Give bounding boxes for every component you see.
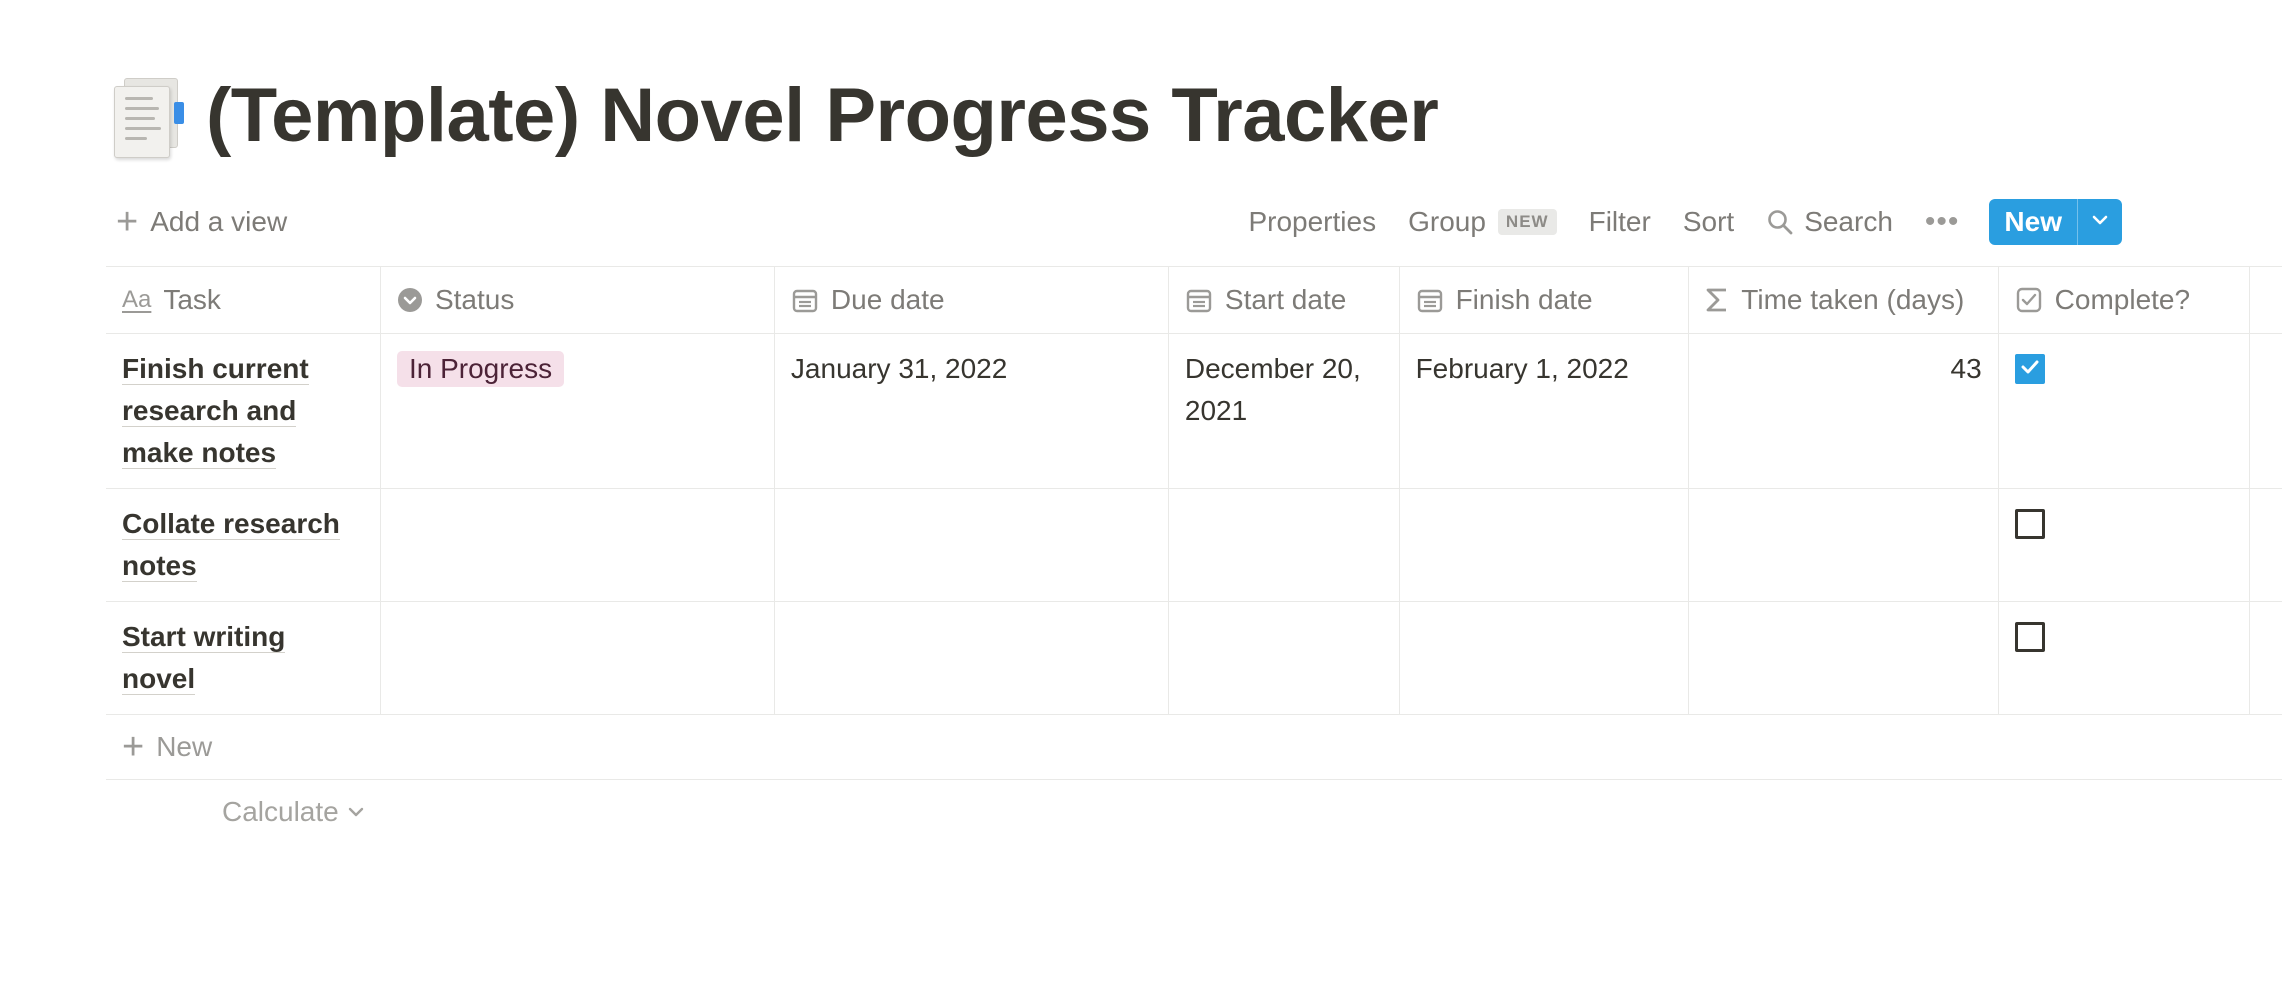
column-header-time-taken[interactable]: Time taken (days) [1689, 267, 1999, 333]
start-date-cell[interactable]: December 20, 2021 [1169, 334, 1400, 488]
column-header-task[interactable]: Aa Task [106, 267, 381, 333]
time-taken-cell[interactable]: 43 [1689, 334, 1999, 488]
filter-button[interactable]: Filter [1589, 206, 1651, 238]
table-row[interactable]: Finish current research and make notes I… [106, 334, 2282, 489]
column-label: Start date [1224, 284, 1347, 315]
time-taken-cell[interactable] [1689, 602, 1999, 714]
calendar-icon [1185, 286, 1213, 314]
column-header-status[interactable]: Status [381, 267, 775, 333]
time-taken-cell[interactable] [1689, 489, 1999, 601]
column-header-finish-date[interactable]: Finish date [1400, 267, 1690, 333]
properties-button[interactable]: Properties [1248, 206, 1376, 238]
title-row: (Template) Novel Progress Tracker [110, 60, 1439, 170]
sort-label: Sort [1682, 206, 1735, 237]
checkbox-icon [2015, 286, 2043, 314]
column-header-complete[interactable]: Complete? [1999, 267, 2250, 333]
complete-cell[interactable] [1999, 602, 2250, 714]
chevron-down-icon [347, 806, 365, 818]
finish-date-cell[interactable] [1400, 489, 1690, 601]
complete-checkbox[interactable] [2014, 509, 2045, 539]
task-title[interactable]: Finish current research and make notes [122, 353, 309, 469]
search-icon [1766, 208, 1794, 236]
page-icon[interactable] [110, 74, 184, 158]
calculate-button[interactable]: Calculate [222, 796, 365, 828]
due-date-cell[interactable] [775, 489, 1169, 601]
status-icon [397, 287, 423, 313]
task-cell[interactable]: Start writing novel [106, 602, 381, 714]
toolbar-actions: Properties Group NEW Filter Sort Search … [1216, 193, 2122, 251]
column-label: Due date [830, 284, 945, 315]
plus-icon: + [116, 201, 139, 243]
group-button[interactable]: Group NEW [1408, 206, 1557, 238]
status-cell[interactable] [381, 602, 775, 714]
group-label: Group [1408, 206, 1486, 237]
calendar-icon [791, 286, 819, 314]
sigma-icon [1705, 286, 1729, 314]
page: (Template) Novel Progress Tracker + Add … [0, 0, 2282, 1002]
task-cell[interactable]: Finish current research and make notes [106, 334, 381, 488]
column-header-start-date[interactable]: Start date [1169, 267, 1400, 333]
due-date-cell[interactable] [775, 602, 1169, 714]
column-label: Status [434, 284, 515, 315]
new-row: + New [106, 715, 2282, 780]
calculate-row: Calculate [106, 780, 2282, 844]
complete-cell[interactable] [1999, 489, 2250, 601]
new-dropdown-button[interactable] [2077, 199, 2122, 245]
chevron-down-icon [2091, 213, 2109, 231]
complete-cell[interactable] [1999, 334, 2250, 488]
search-label: Search [1804, 206, 1893, 237]
table-row[interactable]: Start writing novel [106, 602, 2282, 715]
new-button-group: New [1989, 199, 2122, 245]
calculate-label: Calculate [222, 796, 339, 827]
add-view-button[interactable]: + Add a view [116, 193, 287, 251]
column-header-due-date[interactable]: Due date [775, 267, 1169, 333]
column-label: Time taken (days) [1741, 284, 1965, 315]
start-date-cell[interactable] [1169, 489, 1400, 601]
table-row[interactable]: Collate research notes [106, 489, 2282, 602]
title-aa-icon: Aa [122, 286, 152, 313]
column-label: Task [163, 284, 221, 315]
due-date-cell[interactable]: January 31, 2022 [775, 334, 1169, 488]
row-filler [2250, 602, 2282, 714]
task-title[interactable]: Collate research notes [122, 508, 340, 582]
status-cell[interactable] [381, 489, 775, 601]
finish-date-cell[interactable]: February 1, 2022 [1400, 334, 1690, 488]
status-cell[interactable]: In Progress [381, 334, 775, 488]
search-button[interactable]: Search [1766, 206, 1893, 238]
start-date-cell[interactable] [1169, 602, 1400, 714]
task-cell[interactable]: Collate research notes [106, 489, 381, 601]
new-badge: NEW [1497, 209, 1557, 235]
sort-button[interactable]: Sort [1683, 206, 1734, 238]
filter-label: Filter [1588, 206, 1651, 237]
row-filler [2250, 334, 2282, 488]
calendar-icon [1416, 286, 1444, 314]
more-options-icon[interactable]: ••• [1925, 205, 1960, 239]
new-button[interactable]: New [1989, 199, 2077, 245]
database-table: Aa Task Status Due date Start date Finis… [106, 266, 2282, 844]
row-filler [2250, 489, 2282, 601]
complete-checkbox[interactable] [2014, 622, 2045, 652]
task-title[interactable]: Start writing novel [122, 621, 286, 695]
table-header: Aa Task Status Due date Start date Finis… [106, 267, 2282, 334]
database-toolbar: + Add a view Properties Group NEW Filter… [106, 193, 2282, 251]
add-row-button[interactable]: + New [106, 715, 212, 779]
add-view-label: Add a view [150, 206, 288, 237]
properties-label: Properties [1248, 206, 1377, 237]
check-icon [2019, 348, 2041, 390]
complete-checkbox[interactable] [2014, 354, 2045, 384]
header-filler [2250, 267, 2282, 333]
column-label: Finish date [1455, 284, 1593, 315]
add-row-label: New [156, 731, 213, 762]
finish-date-cell[interactable] [1400, 602, 1690, 714]
status-badge: In Progress [396, 351, 565, 387]
page-title[interactable]: (Template) Novel Progress Tracker [206, 72, 1439, 159]
column-label: Complete? [2054, 284, 2191, 315]
plus-icon: + [122, 726, 145, 768]
